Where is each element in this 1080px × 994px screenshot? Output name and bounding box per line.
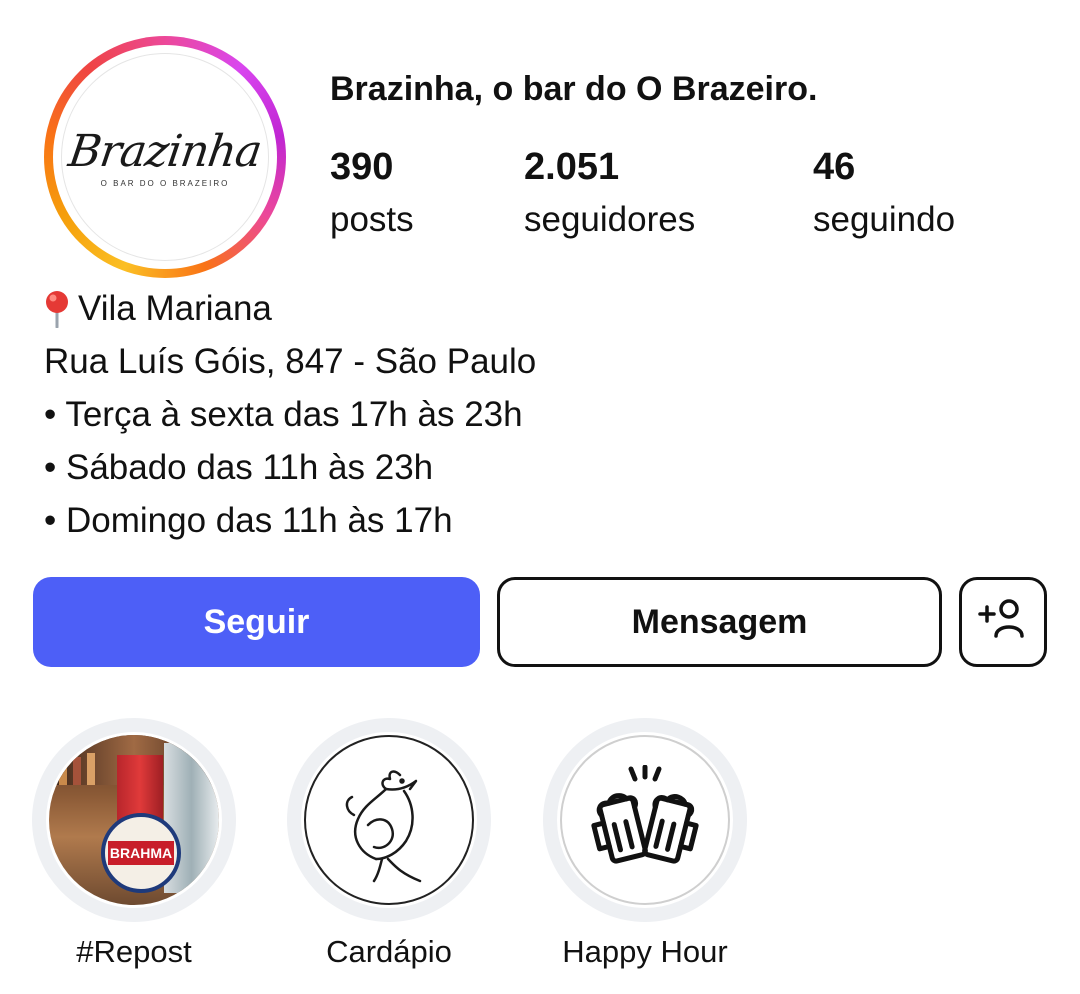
profile-avatar[interactable]: Brazinha O BAR DO O BRAZEIRO	[44, 36, 286, 278]
brahma-label: BRAHMA	[108, 841, 174, 865]
stat-posts[interactable]: 390 posts	[330, 144, 414, 244]
beer-mugs-icon	[560, 735, 730, 905]
highlight-inner	[557, 732, 733, 908]
add-user-button[interactable]	[959, 577, 1047, 667]
highlight-label: #Repost	[76, 934, 192, 969]
highlight-ring: BRAHMA	[32, 718, 236, 922]
highlight-happy-hour[interactable]: Happy Hour	[543, 718, 747, 970]
stat-posts-label: posts	[330, 200, 414, 239]
follow-button[interactable]: Seguir	[33, 577, 480, 667]
logo-script-text: Brazinha	[65, 126, 265, 177]
avatar-logo: Brazinha O BAR DO O BRAZEIRO	[61, 53, 269, 261]
highlight-label: Cardápio	[326, 934, 452, 969]
add-user-icon	[978, 596, 1028, 649]
bio-hours-line: • Domingo das 11h às 17h	[44, 501, 453, 540]
highlight-repost[interactable]: BRAHMA #Repost	[32, 718, 236, 970]
bio-hours-line: • Terça à sexta das 17h às 23h	[44, 395, 523, 434]
stat-followers-label: seguidores	[524, 200, 696, 239]
profile-bio: Vila Mariana Rua Luís Góis, 847 - São Pa…	[44, 282, 536, 547]
bio-location: Vila Mariana	[78, 289, 272, 328]
highlight-ring	[287, 718, 491, 922]
stat-posts-value: 390	[330, 146, 394, 188]
highlight-cardapio[interactable]: Cardápio	[287, 718, 491, 970]
stat-following-value: 46	[813, 146, 856, 188]
stat-followers[interactable]: 2.051 seguidores	[524, 144, 695, 244]
location-pin-icon	[44, 290, 70, 328]
highlight-inner	[301, 732, 477, 908]
bio-location-line: Vila Mariana	[44, 282, 536, 335]
avatar-inner-border: Brazinha O BAR DO O BRAZEIRO	[53, 45, 277, 269]
logo-subtitle: O BAR DO O BRAZEIRO	[100, 179, 230, 188]
highlight-label: Happy Hour	[562, 934, 728, 969]
highlight-ring	[543, 718, 747, 922]
message-button[interactable]: Mensagem	[497, 577, 942, 667]
highlight-inner: BRAHMA	[46, 732, 222, 908]
profile-name: Brazinha, o bar do O Brazeiro.	[330, 70, 818, 108]
bio-address: Rua Luís Góis, 847 - São Paulo	[44, 342, 537, 381]
stat-following[interactable]: 46 seguindo	[813, 144, 955, 244]
rooster-icon	[304, 735, 474, 905]
stat-followers-value: 2.051	[524, 146, 620, 188]
repost-photo: BRAHMA	[49, 735, 219, 905]
stat-following-label: seguindo	[813, 200, 956, 239]
bio-hours-line: • Sábado das 11h às 23h	[44, 448, 434, 487]
